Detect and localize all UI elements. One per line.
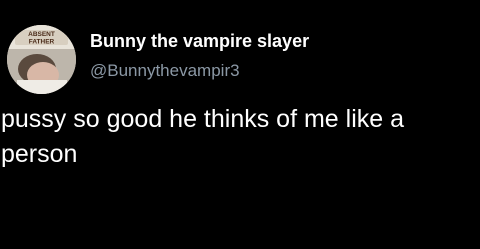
profile-avatar[interactable]: ABSENT FATHER (7, 25, 76, 94)
avatar-badge-line1: ABSENT (28, 31, 55, 38)
tweet-text: pussy so good he thinks of me like a per… (1, 105, 405, 168)
author-display-name[interactable]: Bunny the vampire slayer (90, 30, 309, 52)
avatar-badge-line2: FATHER (29, 39, 55, 46)
author-handle[interactable]: @Bunnythevampir3 (90, 60, 309, 81)
tweet-card: ABSENT FATHER Bunny the vampire slayer @… (0, 0, 480, 249)
tweet-author: Bunny the vampire slayer @Bunnythevampir… (90, 30, 309, 81)
profile-photo-icon: ABSENT FATHER (7, 25, 76, 94)
